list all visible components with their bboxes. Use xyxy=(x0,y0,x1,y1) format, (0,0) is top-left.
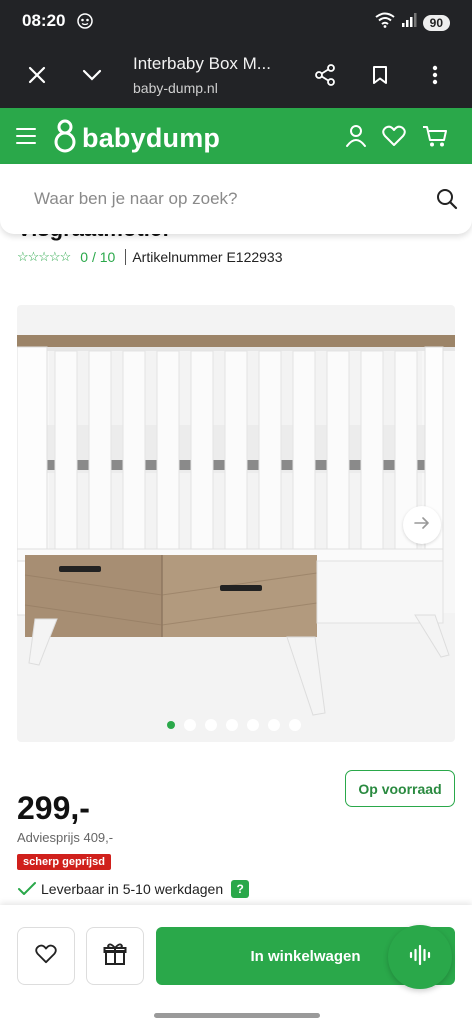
sale-badge: scherp geprijsd xyxy=(17,854,111,870)
search-bar: Waar ben je naar op zoek? xyxy=(0,164,472,234)
logo-mark-icon xyxy=(52,119,78,158)
rating-count[interactable]: 0 / 10 xyxy=(80,249,115,265)
home-indicator[interactable] xyxy=(154,1013,320,1018)
status-time: 08:20 xyxy=(22,11,66,30)
product-gallery[interactable] xyxy=(17,305,455,742)
arrow-right-icon xyxy=(414,516,430,534)
share-icon[interactable] xyxy=(312,62,338,88)
voice-assistant-button[interactable] xyxy=(388,925,452,989)
signal-icon xyxy=(401,12,417,33)
gallery-dot[interactable] xyxy=(289,719,301,731)
search-input[interactable]: Waar ben je naar op zoek? xyxy=(34,189,238,209)
check-icon xyxy=(17,881,37,897)
more-vert-icon[interactable] xyxy=(422,62,448,88)
battery-indicator: 90 xyxy=(422,14,450,31)
gallery-dot[interactable] xyxy=(226,719,238,731)
product-image xyxy=(17,335,455,716)
logo-text: babydump xyxy=(82,123,221,153)
site-logo[interactable]: babydump xyxy=(52,119,220,158)
tab-url[interactable]: baby-dump.nl xyxy=(133,80,218,96)
gallery-pagination xyxy=(167,719,301,731)
menu-icon[interactable] xyxy=(12,122,40,150)
gallery-next-button[interactable] xyxy=(403,506,441,544)
product-price: 299,- xyxy=(17,790,90,826)
delivery-help-button[interactable]: ? xyxy=(231,880,250,898)
delivery-info: Leverbaar in 5-10 werkdagen ? xyxy=(17,880,250,898)
wishlist-button[interactable] xyxy=(17,927,75,985)
gallery-dot[interactable] xyxy=(268,719,280,731)
voice-icon xyxy=(408,943,432,972)
gift-icon xyxy=(103,942,127,971)
wifi-icon xyxy=(375,12,395,33)
gallery-dot[interactable] xyxy=(247,719,259,731)
browser-toolbar: Interbaby Box M... baby-dump.nl xyxy=(0,42,472,108)
gallery-dot[interactable] xyxy=(167,721,175,729)
gift-button[interactable] xyxy=(86,927,144,985)
article-number: Artikelnummer E122933 xyxy=(125,249,283,265)
status-bar: 08:20 90 xyxy=(0,0,472,42)
bottom-action-bar: In winkelwagen xyxy=(0,905,472,1009)
rating-row: ☆☆☆☆☆ 0 / 10 Artikelnummer E122933 xyxy=(17,249,283,265)
close-icon[interactable] xyxy=(24,62,50,88)
bookmark-icon[interactable] xyxy=(367,62,393,88)
stock-badge: Op voorraad xyxy=(345,770,455,807)
delivery-text: Leverbaar in 5-10 werkdagen xyxy=(41,881,224,897)
search-icon[interactable] xyxy=(436,188,458,215)
notification-icon xyxy=(76,12,94,35)
heart-icon xyxy=(35,944,57,969)
user-icon[interactable] xyxy=(342,122,370,150)
heart-icon[interactable] xyxy=(380,122,408,150)
chevron-down-icon[interactable] xyxy=(79,62,105,88)
advice-price: Adviesprijs 409,- xyxy=(17,830,114,845)
cart-icon[interactable] xyxy=(421,122,449,150)
rating-stars[interactable]: ☆☆☆☆☆ xyxy=(17,249,71,265)
gallery-dot[interactable] xyxy=(205,719,217,731)
site-header: babydump xyxy=(0,108,472,164)
gallery-dot[interactable] xyxy=(184,719,196,731)
tab-title: Interbaby Box M... xyxy=(133,54,271,73)
gesture-bar xyxy=(0,1009,472,1024)
